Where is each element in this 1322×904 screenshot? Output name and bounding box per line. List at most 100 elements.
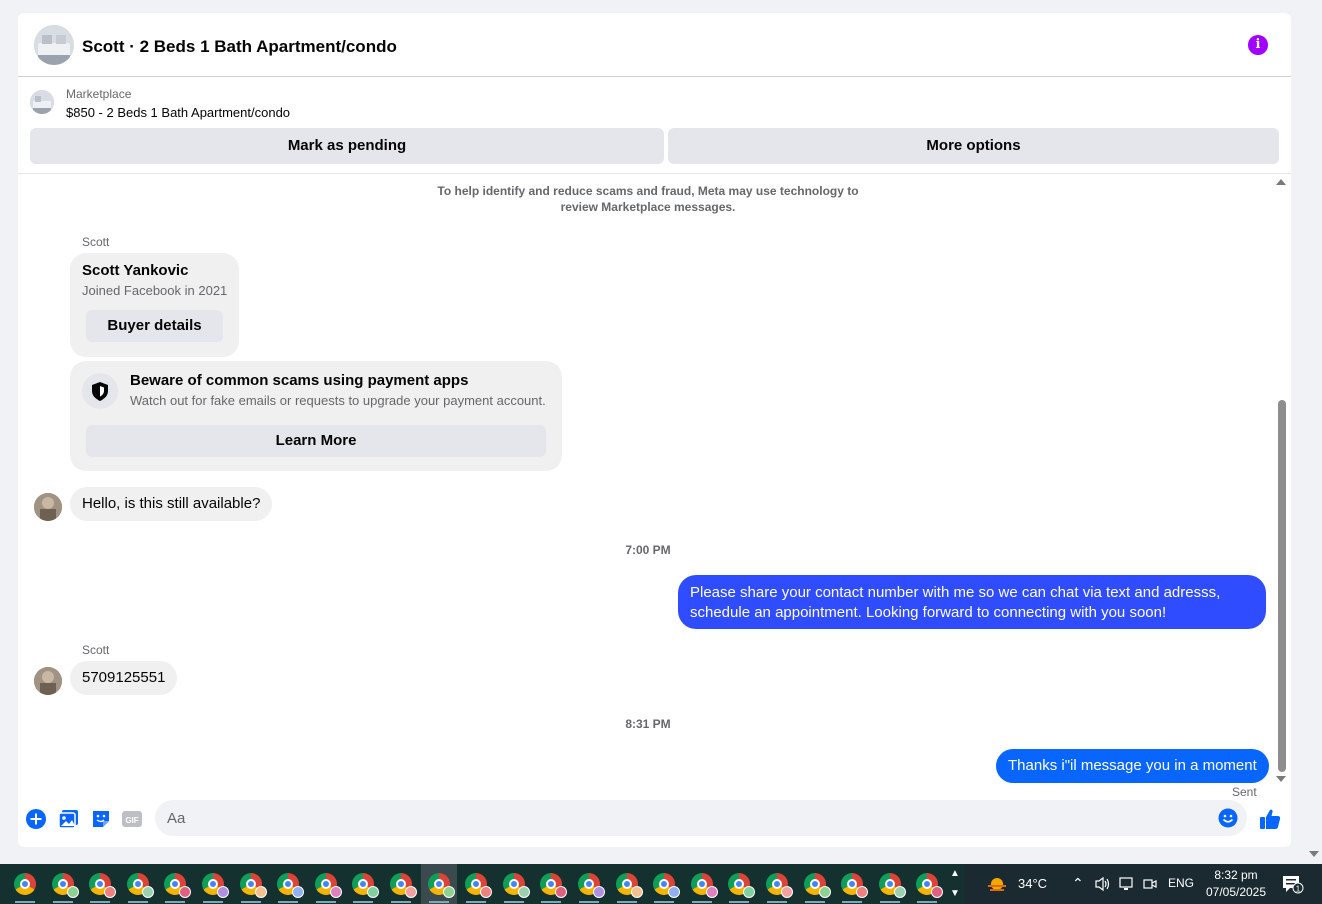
taskbar-chrome-app[interactable] xyxy=(458,864,494,904)
taskbar-chrome-app[interactable] xyxy=(759,864,795,904)
taskbar-chrome-app[interactable] xyxy=(157,864,193,904)
message-input[interactable] xyxy=(167,800,1197,836)
taskbar-chrome-app[interactable] xyxy=(609,864,645,904)
taskbar-apps xyxy=(0,864,946,904)
profile-badge-icon xyxy=(480,886,493,898)
scroll-down-arrow-icon[interactable] xyxy=(1276,776,1286,782)
profile-badge-icon xyxy=(329,886,342,898)
listing-avatar[interactable] xyxy=(34,25,74,65)
running-indicator xyxy=(654,901,675,903)
outgoing-message[interactable]: Thanks i"il message you in a moment xyxy=(996,749,1269,783)
taskbar-chrome-app[interactable] xyxy=(82,864,118,904)
taskbar-chrome-app[interactable] xyxy=(872,864,908,904)
message-input-box[interactable] xyxy=(155,800,1247,836)
page: Scott · 2 Beds 1 Bath Apartment/condo i … xyxy=(0,0,1322,864)
volume-icon[interactable] xyxy=(1094,876,1112,892)
windows-taskbar: ▲ ▼ 34°C ⌃ ENG 8:32 pm 07/05/2025 1 xyxy=(0,864,1322,904)
taskbar-chrome-app[interactable] xyxy=(533,864,569,904)
learn-more-button[interactable]: Learn More xyxy=(86,425,546,457)
weather-icon[interactable] xyxy=(986,874,1008,894)
gif-label: GIF xyxy=(125,816,138,825)
mark-as-pending-button[interactable]: Mark as pending xyxy=(30,128,664,164)
taskbar-chrome-app[interactable] xyxy=(233,864,269,904)
running-indicator xyxy=(127,901,148,903)
language-indicator[interactable]: ENG xyxy=(1168,876,1194,890)
sender-avatar[interactable] xyxy=(34,667,62,695)
running-indicator xyxy=(691,901,712,903)
message-composer: GIF xyxy=(18,797,1291,847)
profile-badge-icon xyxy=(405,886,417,898)
message-scrollbar[interactable] xyxy=(1275,175,1291,797)
taskbar-chrome-app[interactable] xyxy=(684,864,720,904)
taskbar-chrome-app[interactable] xyxy=(270,864,306,904)
clock-date[interactable]: 07/05/2025 xyxy=(1200,885,1272,899)
profile-badge-icon xyxy=(254,886,267,898)
image-icon[interactable] xyxy=(58,808,80,830)
buyer-profile-card: Scott Yankovic Joined Facebook in 2021 B… xyxy=(70,253,239,357)
incoming-message[interactable]: 5709125551 xyxy=(70,661,178,695)
taskbar-chrome-app[interactable] xyxy=(797,864,833,904)
taskbar-chrome-app[interactable] xyxy=(420,864,457,904)
notification-icon[interactable]: 1 xyxy=(1282,874,1304,894)
running-indicator xyxy=(842,901,863,903)
taskbar-chrome-app[interactable] xyxy=(721,864,757,904)
taskbar-chrome-app[interactable] xyxy=(308,864,344,904)
profile-badge-icon xyxy=(781,886,793,898)
incoming-message[interactable]: Hello, is this still available? xyxy=(70,487,273,521)
profile-badge-icon xyxy=(179,886,192,898)
listing-category: Marketplace xyxy=(66,87,132,101)
running-indicator xyxy=(503,901,524,903)
taskbar-chrome-app[interactable] xyxy=(120,864,156,904)
chevron-up-icon[interactable]: ⌃ xyxy=(1072,875,1084,892)
running-indicator xyxy=(278,901,299,903)
network-icon[interactable] xyxy=(1118,876,1136,892)
profile-badge-icon xyxy=(705,886,718,898)
taskbar-chrome-app[interactable] xyxy=(571,864,607,904)
taskbar-chrome-app[interactable] xyxy=(383,864,419,904)
listing-name[interactable]: $850 - 2 Beds 1 Bath Apartment/condo xyxy=(66,105,290,120)
running-indicator xyxy=(729,901,750,903)
notification-count: 1 xyxy=(1296,885,1301,894)
scroll-up-arrow-icon[interactable] xyxy=(1276,179,1286,185)
taskbar-chrome-app[interactable] xyxy=(7,864,43,904)
buyer-details-button[interactable]: Buyer details xyxy=(86,310,223,342)
taskbar-chrome-app[interactable] xyxy=(195,864,231,904)
like-icon[interactable] xyxy=(1258,807,1282,831)
taskbar-chrome-app[interactable] xyxy=(345,864,381,904)
sender-avatar[interactable] xyxy=(34,493,62,521)
scroll-thumb[interactable] xyxy=(1278,400,1286,772)
meet-now-icon[interactable] xyxy=(1142,876,1158,892)
weather-temperature[interactable]: 34°C xyxy=(1018,876,1047,891)
profile-badge-icon xyxy=(292,886,305,898)
info-icon[interactable]: i xyxy=(1248,35,1268,55)
buyer-joined: Joined Facebook in 2021 xyxy=(82,283,228,298)
taskbar-chrome-app[interactable] xyxy=(909,864,945,904)
scam-warning-subtitle: Watch out for fake emails or requests to… xyxy=(130,393,546,408)
plus-icon[interactable] xyxy=(25,808,47,830)
taskbar-chrome-app[interactable] xyxy=(45,864,81,904)
listing-panel: Marketplace $850 - 2 Beds 1 Bath Apartme… xyxy=(18,78,1291,174)
message-timestamp: 8:31 PM xyxy=(625,717,671,731)
sticker-icon[interactable] xyxy=(90,808,112,830)
taskbar-chrome-app[interactable] xyxy=(496,864,532,904)
running-indicator xyxy=(165,901,186,903)
buyer-name: Scott Yankovic xyxy=(82,262,189,279)
more-options-button[interactable]: More options xyxy=(668,128,1279,164)
gif-icon[interactable]: GIF xyxy=(121,808,143,830)
page-scroll-down-icon[interactable] xyxy=(1309,851,1319,857)
taskbar-chrome-app[interactable] xyxy=(834,864,870,904)
message-timestamp: 7:00 PM xyxy=(625,543,671,557)
profile-badge-icon xyxy=(104,886,117,898)
clock-time[interactable]: 8:32 pm xyxy=(1204,868,1268,882)
chat-title[interactable]: Scott · 2 Beds 1 Bath Apartment/condo xyxy=(82,37,397,57)
listing-thumbnail[interactable] xyxy=(30,90,54,114)
profile-badge-icon xyxy=(743,886,756,898)
profile-badge-icon xyxy=(856,886,869,898)
taskbar-chrome-app[interactable] xyxy=(646,864,682,904)
emoji-icon[interactable] xyxy=(1218,808,1238,828)
scam-notice: To help identify and reduce scams and fr… xyxy=(437,184,859,214)
running-indicator xyxy=(879,901,900,903)
outgoing-message[interactable]: Please share your contact number with me… xyxy=(678,575,1266,629)
taskbar-scroll-arrows[interactable]: ▲ ▼ xyxy=(946,864,964,904)
running-indicator xyxy=(466,901,487,903)
